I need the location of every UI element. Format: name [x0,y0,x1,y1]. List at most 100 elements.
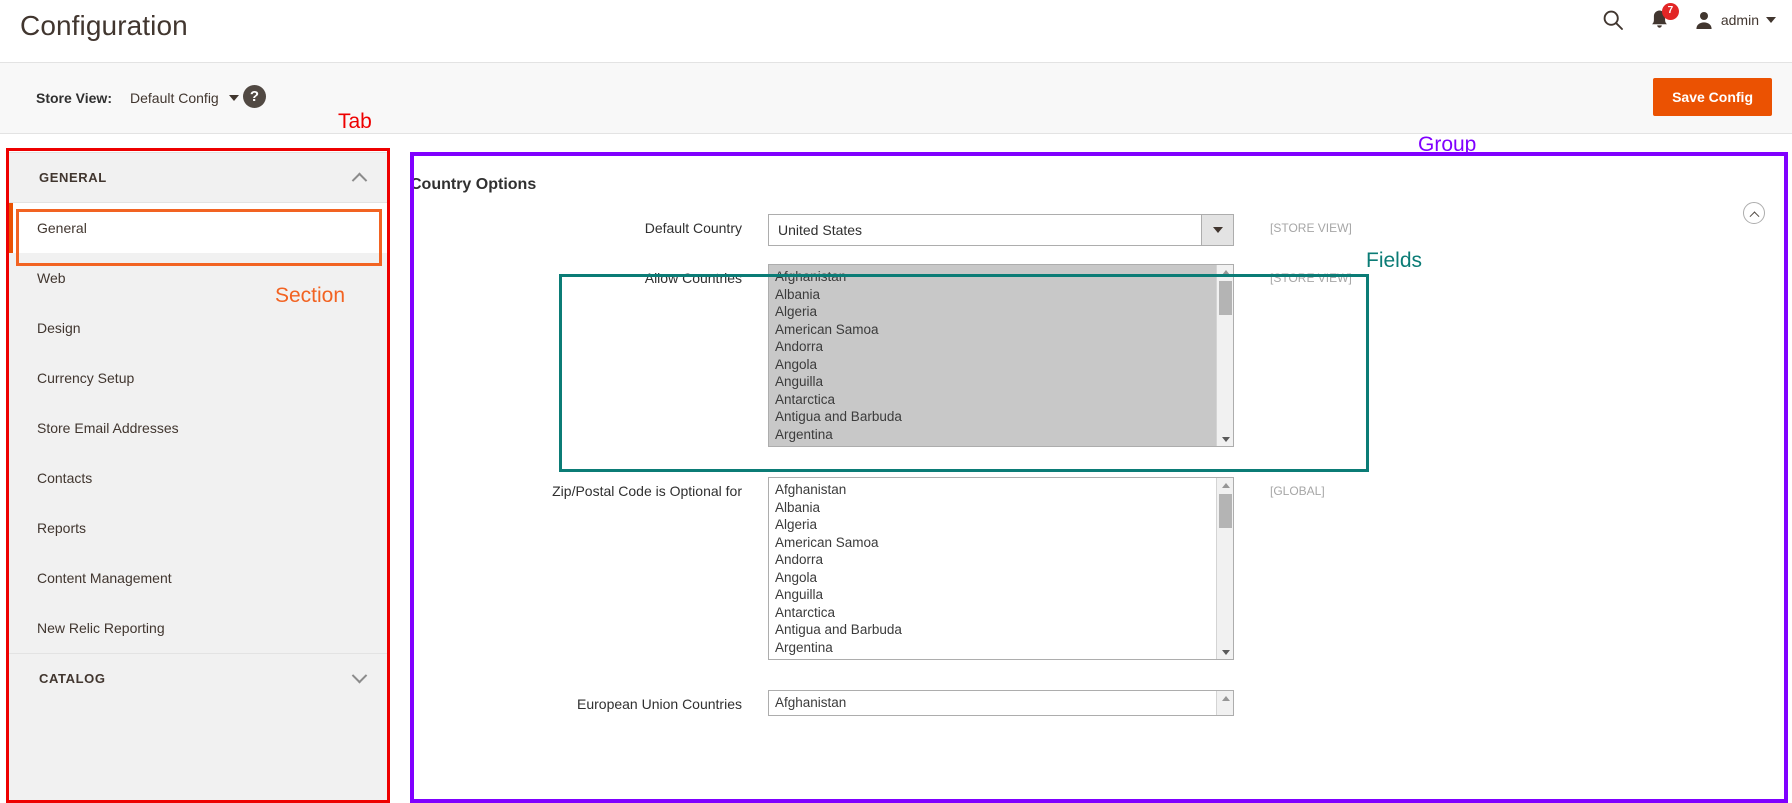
list-item[interactable]: Afghanistan [769,268,1216,286]
search-icon[interactable] [1601,8,1625,32]
scrollbar[interactable] [1216,265,1233,446]
store-view-select[interactable]: Default Config [130,90,239,106]
sidebar-item-new-relic-reporting[interactable]: New Relic Reporting [9,603,387,653]
page-header: Configuration 7 admin [0,0,1792,62]
scrollbar-thumb[interactable] [1219,281,1232,315]
sidebar-item-label: New Relic Reporting [37,620,165,636]
default-country-value: United States [778,222,863,238]
store-view-label: Store View: [36,90,112,106]
store-view-value: Default Config [130,90,219,106]
zip-optional-multiselect[interactable]: Afghanistan Albania Algeria American Sam… [768,477,1234,660]
list-item[interactable]: Angola [769,569,1216,587]
list-item[interactable]: Antigua and Barbuda [769,408,1216,426]
group-title: Country Options [410,176,537,193]
sidebar-item-label: Contacts [37,470,93,486]
allow-countries-multiselect[interactable]: Afghanistan Albania Algeria American Sam… [768,264,1234,447]
list-item[interactable]: Albania [769,286,1216,304]
sidebar-item-content-management[interactable]: Content Management [9,553,387,603]
list-item[interactable]: Andorra [769,551,1216,569]
sidebar-group-general-label: GENERAL [39,170,107,185]
chevron-up-icon [351,172,368,189]
chevron-up-circle-icon [1749,210,1759,221]
field-zip-optional: Zip/Postal Code is Optional for Afghanis… [404,477,1784,660]
field-control: United States [768,214,1234,246]
list-item[interactable]: Anguilla [769,586,1216,604]
user-avatar-icon [1696,12,1712,29]
chevron-down-icon [228,95,239,101]
sidebar-item-web[interactable]: Web [9,253,387,303]
option-list[interactable]: Afghanistan Albania Algeria American Sam… [769,478,1216,659]
group-collapse-toggle[interactable] [1743,202,1765,224]
sidebar-item-label: Store Email Addresses [37,420,179,436]
header-actions: 7 admin [1601,2,1776,32]
field-allow-countries: Allow Countries Afghanistan Albania Alge… [404,264,1784,447]
chevron-down-icon [1766,17,1776,23]
list-item[interactable]: Antarctica [769,604,1216,622]
sidebar-item-design[interactable]: Design [9,303,387,353]
field-scope: [STORE VIEW] [1270,221,1352,235]
list-item[interactable]: Afghanistan [769,694,1216,712]
option-list[interactable]: Afghanistan Albania Algeria American Sam… [769,265,1216,446]
chevron-down-icon[interactable] [1201,215,1233,245]
sidebar-item-currency-setup[interactable]: Currency Setup [9,353,387,403]
notifications-badge: 7 [1661,2,1679,20]
sidebar-group-catalog[interactable]: CATALOG [9,653,387,703]
sidebar-item-reports[interactable]: Reports [9,503,387,553]
list-item[interactable]: Antigua and Barbuda [769,621,1216,639]
list-item[interactable]: Antarctica [769,391,1216,409]
list-item[interactable]: Algeria [769,516,1216,534]
scroll-up-arrow-icon[interactable] [1217,478,1234,492]
list-item[interactable]: Anguilla [769,373,1216,391]
sidebar-item-label: Currency Setup [37,370,135,386]
sidebar-item-contacts[interactable]: Contacts [9,453,387,503]
field-control: Afghanistan Albania Algeria American Sam… [768,477,1234,660]
field-scope: [GLOBAL] [1270,484,1325,498]
list-item[interactable]: Andorra [769,338,1216,356]
list-item[interactable]: Albania [769,499,1216,517]
sidebar-item-store-email-addresses[interactable]: Store Email Addresses [9,403,387,453]
list-item[interactable]: Argentina [769,639,1216,657]
sidebar-item-general[interactable]: General [9,203,387,253]
field-control: Afghanistan Albania Algeria American Sam… [768,264,1234,447]
config-content-panel: Country Options Default Country United S… [404,152,1784,802]
list-item[interactable]: Angola [769,356,1216,374]
page-title: Configuration [20,10,188,41]
field-european-union-countries: European Union Countries Afghanistan [404,690,1784,716]
field-label: European Union Countries [577,696,742,712]
list-item[interactable]: American Samoa [769,534,1216,552]
admin-user-name: admin [1720,12,1759,28]
field-scope: [STORE VIEW] [1270,271,1352,285]
scrollbar[interactable] [1216,478,1233,659]
group-header: Country Options [404,152,1784,214]
admin-user-menu[interactable]: admin [1694,10,1776,30]
scroll-down-arrow-icon[interactable] [1217,432,1234,446]
sidebar-group-catalog-label: CATALOG [39,671,106,686]
scroll-up-arrow-icon[interactable] [1217,691,1234,705]
help-icon[interactable]: ? [243,85,266,108]
european-union-countries-multiselect[interactable]: Afghanistan [768,690,1234,716]
scrollbar-thumb[interactable] [1219,494,1232,528]
sidebar-item-label: Design [37,320,81,336]
sidebar-item-label: Content Management [37,570,172,586]
store-switcher-bar: Store View: Default Config [0,62,1792,134]
default-country-select[interactable]: United States [768,214,1234,246]
scroll-up-arrow-icon[interactable] [1217,265,1234,279]
chevron-down-icon [351,667,368,684]
list-item[interactable]: Afghanistan [769,481,1216,499]
field-label: Allow Countries [644,270,742,286]
option-list[interactable]: Afghanistan [769,691,1216,715]
notifications-button[interactable]: 7 [1649,2,1679,32]
list-item[interactable]: Algeria [769,303,1216,321]
scroll-down-arrow-icon[interactable] [1217,645,1234,659]
scrollbar[interactable] [1216,691,1233,715]
sidebar-group-general[interactable]: GENERAL [9,153,387,203]
sidebar-item-label: General [37,220,87,236]
field-label: Default Country [644,220,742,236]
sidebar-item-label: Web [37,270,66,286]
list-item[interactable]: Argentina [769,426,1216,444]
sidebar-item-label: Reports [37,520,87,536]
save-config-button[interactable]: Save Config [1653,78,1772,116]
config-sidebar: GENERAL General Web Design Currency Setu… [8,152,388,802]
field-default-country: Default Country United States [STORE VIE… [404,214,1784,246]
list-item[interactable]: American Samoa [769,321,1216,339]
